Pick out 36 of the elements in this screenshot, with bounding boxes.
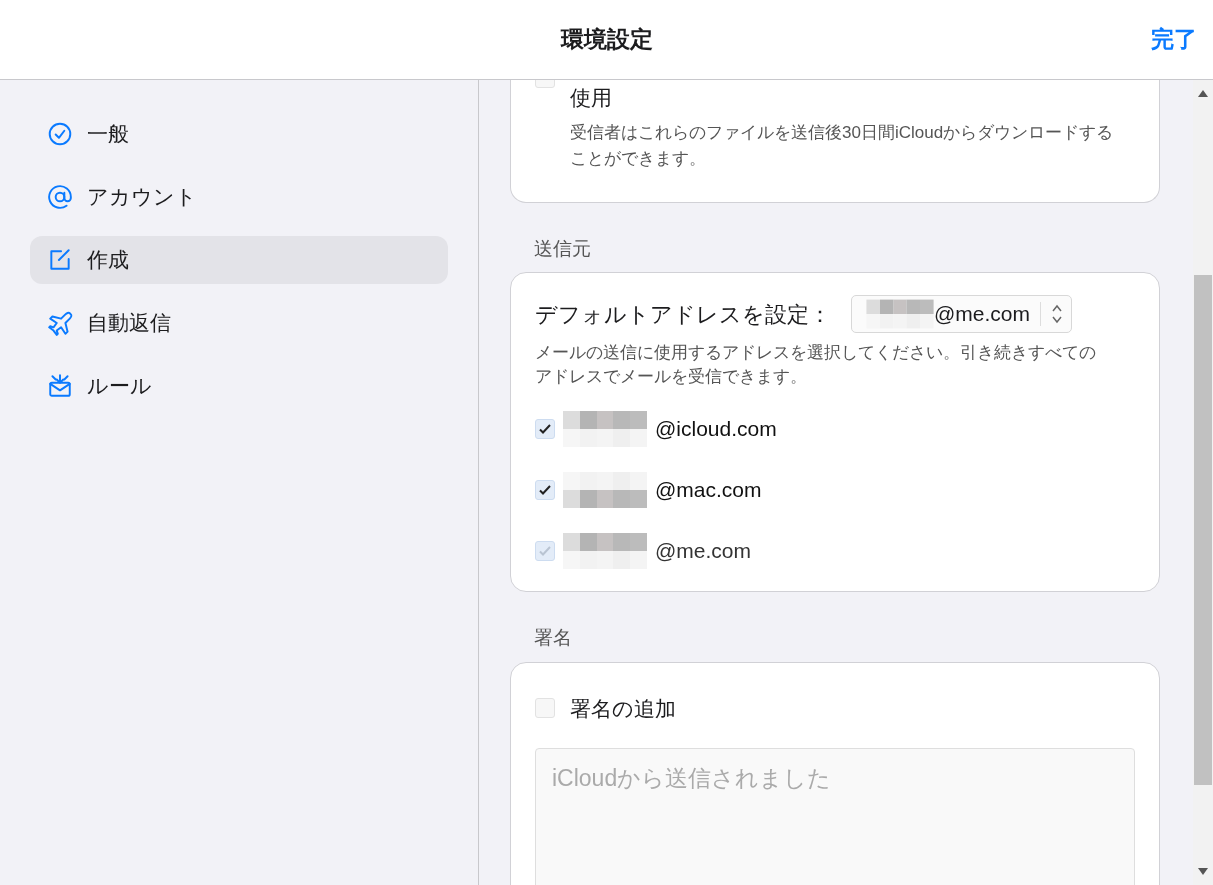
window-title: 環境設定 (560, 25, 653, 55)
sidebar-item[interactable]: 作成 (30, 236, 448, 284)
checkmark-circle-icon (47, 121, 73, 147)
email-address: @me.com (655, 538, 751, 565)
option-label: 使用 (570, 85, 613, 111)
checkbox[interactable] (535, 419, 555, 439)
checkbox[interactable] (535, 698, 555, 719)
default-address-label: デフォルトアドレスを設定： (535, 300, 831, 329)
section-heading: 送信元 (533, 236, 592, 261)
checkmark-icon (538, 422, 552, 436)
option-description: 受信者はこれらのファイルを送信後30日間iCloudからダウンロードすることができます。 (570, 121, 1115, 170)
compose-icon (47, 247, 73, 273)
signature-field[interactable]: iCloudから送信されました (535, 748, 1135, 885)
checkmark-icon (538, 544, 552, 558)
email-address: @icloud.com (655, 416, 777, 443)
scroll-down-arrow-icon[interactable] (1198, 868, 1208, 875)
checkbox[interactable] (535, 480, 555, 500)
pixelated-redaction (866, 299, 934, 329)
default-address-select[interactable]: @me.com (851, 295, 1072, 333)
checkmark-icon (538, 483, 552, 497)
sidebar-item[interactable]: 一般 (30, 110, 448, 158)
scrollbar-thumb[interactable] (1194, 275, 1212, 785)
sidebar-item[interactable]: ルール (30, 362, 448, 410)
at-sign-icon (47, 184, 73, 210)
scroll-up-arrow-icon[interactable] (1198, 90, 1208, 97)
airplane-icon (47, 310, 73, 336)
scrollbar[interactable] (1193, 80, 1213, 885)
email-address: @mac.com (655, 477, 762, 504)
chevron-up-down-icon (1051, 303, 1063, 325)
sidebar-item[interactable]: 自動返信 (30, 299, 448, 347)
done-button[interactable]: 完了 (1151, 22, 1197, 57)
option-description: メールの送信に使用するアドレスを選択してください。引き続きすべてのアドレスでメールを受信できます。 (535, 342, 1097, 388)
sidebar-item[interactable]: アカウント (30, 173, 448, 221)
envelope-arrows-icon (47, 373, 73, 399)
section-heading: 署名 (533, 626, 573, 650)
option-label: 署名の追加 (570, 695, 676, 722)
